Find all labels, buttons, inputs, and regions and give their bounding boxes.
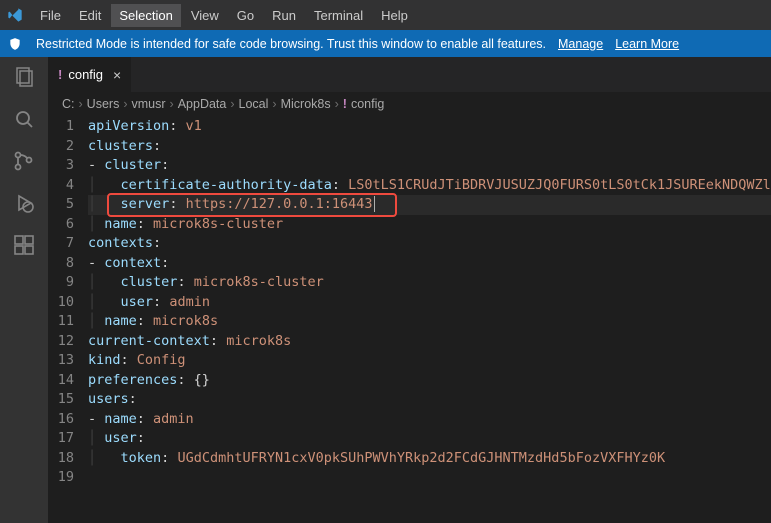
chevron-right-icon: ›: [79, 97, 83, 111]
code-line[interactable]: contexts:: [88, 234, 771, 254]
menu-selection[interactable]: Selection: [111, 4, 180, 27]
code-line[interactable]: │ token: UGdCdmhtUFRYN1cxV0pkSUhPWVhYRkp…: [88, 449, 771, 469]
code-line[interactable]: │ server: https://127.0.0.1:16443: [88, 195, 771, 215]
restricted-mode-banner: Restricted Mode is intended for safe cod…: [0, 30, 771, 57]
tab-config[interactable]: ! config ×: [48, 57, 132, 92]
menu-file[interactable]: File: [32, 4, 69, 27]
code-line[interactable]: kind: Config: [88, 351, 771, 371]
run-debug-icon[interactable]: [12, 191, 36, 215]
explorer-icon[interactable]: [12, 65, 36, 89]
chevron-right-icon: ›: [272, 97, 276, 111]
breadcrumb-file[interactable]: config: [351, 97, 384, 111]
learn-more-link[interactable]: Learn More: [615, 37, 679, 51]
breadcrumb-segment[interactable]: C:: [62, 97, 75, 111]
code-line[interactable]: │ name: microk8s: [88, 312, 771, 332]
breadcrumb-segment[interactable]: AppData: [178, 97, 227, 111]
code-line[interactable]: - name: admin: [88, 410, 771, 430]
chevron-right-icon: ›: [170, 97, 174, 111]
chevron-right-icon: ›: [335, 97, 339, 111]
tab-title: config: [68, 67, 103, 82]
workbench: ! config × C:›Users›vmusr›AppData›Local›…: [0, 57, 771, 523]
search-icon[interactable]: [12, 107, 36, 131]
menu-terminal[interactable]: Terminal: [306, 4, 371, 27]
yaml-file-icon: !: [343, 97, 347, 111]
code-line[interactable]: users:: [88, 390, 771, 410]
code-line[interactable]: │ certificate-authority-data: LS0tLS1CRU…: [88, 176, 771, 196]
code-area[interactable]: apiVersion: v1clusters:- cluster:│ certi…: [88, 116, 771, 523]
breadcrumb-segment[interactable]: vmusr: [132, 97, 166, 111]
code-line[interactable]: │ user: admin: [88, 293, 771, 313]
code-line[interactable]: - context:: [88, 254, 771, 274]
code-line[interactable]: clusters:: [88, 137, 771, 157]
menu-view[interactable]: View: [183, 4, 227, 27]
menu-run[interactable]: Run: [264, 4, 304, 27]
code-line[interactable]: [88, 468, 771, 488]
breadcrumb-segment[interactable]: Users: [87, 97, 120, 111]
chevron-right-icon: ›: [123, 97, 127, 111]
line-number-gutter: 12345678910111213141516171819: [48, 116, 88, 523]
code-line[interactable]: current-context: microk8s: [88, 332, 771, 352]
yaml-file-icon: !: [58, 67, 62, 82]
source-control-icon[interactable]: [12, 149, 36, 173]
code-line[interactable]: │ cluster: microk8s-cluster: [88, 273, 771, 293]
close-icon[interactable]: ×: [113, 67, 121, 83]
tab-bar: ! config ×: [48, 57, 771, 92]
banner-message: Restricted Mode is intended for safe cod…: [36, 37, 546, 51]
editor-group: ! config × C:›Users›vmusr›AppData›Local›…: [48, 57, 771, 523]
editor[interactable]: 12345678910111213141516171819 apiVersion…: [48, 116, 771, 523]
code-line[interactable]: preferences: {}: [88, 371, 771, 391]
code-line[interactable]: apiVersion: v1: [88, 117, 771, 137]
breadcrumbs[interactable]: C:›Users›vmusr›AppData›Local›Microk8s›! …: [48, 92, 771, 116]
shield-icon: [8, 37, 24, 51]
code-line[interactable]: │ name: microk8s-cluster: [88, 215, 771, 235]
vscode-logo-icon: [6, 6, 24, 24]
code-line[interactable]: │ user:: [88, 429, 771, 449]
activity-bar: [0, 57, 48, 523]
chevron-right-icon: ›: [230, 97, 234, 111]
menu-edit[interactable]: Edit: [71, 4, 109, 27]
menu-bar: FileEditSelectionViewGoRunTerminalHelp: [0, 0, 771, 30]
menu-help[interactable]: Help: [373, 4, 416, 27]
extensions-icon[interactable]: [12, 233, 36, 257]
breadcrumb-segment[interactable]: Local: [239, 97, 269, 111]
code-line[interactable]: - cluster:: [88, 156, 771, 176]
breadcrumb-segment[interactable]: Microk8s: [281, 97, 331, 111]
manage-link[interactable]: Manage: [558, 37, 603, 51]
menu-go[interactable]: Go: [229, 4, 262, 27]
text-cursor: [374, 196, 375, 212]
